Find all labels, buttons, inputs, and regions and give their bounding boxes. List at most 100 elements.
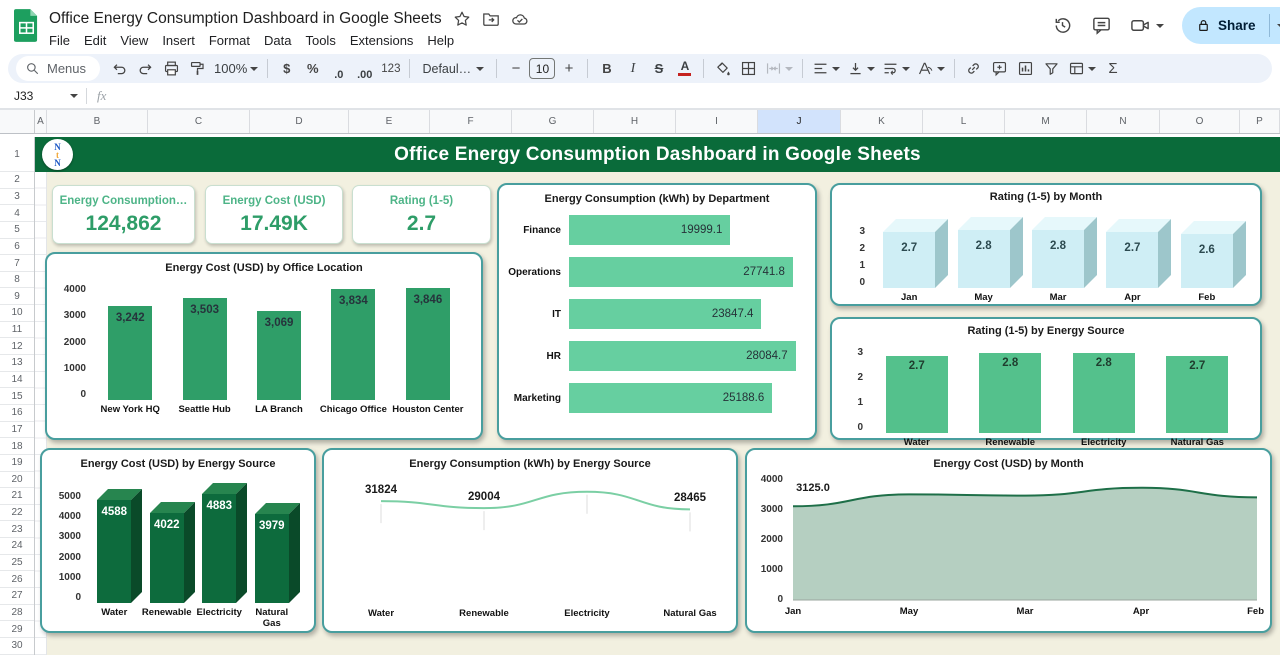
menu-extensions[interactable]: Extensions [343,32,421,49]
row-header-20[interactable]: 20 [0,472,34,489]
column-header-M[interactable]: M [1005,110,1087,133]
chart-card-rating-by-source[interactable]: Rating (1-5) by Energy Source 32102.72.8… [830,317,1262,440]
row-header-11[interactable]: 11 [0,322,34,339]
column-header-L[interactable]: L [923,110,1005,133]
row-header-5[interactable]: 5 [0,222,34,239]
row-header-3[interactable]: 3 [0,189,34,206]
increase-decimal-button[interactable]: .00 [352,56,377,81]
row-header-30[interactable]: 30 [0,638,34,655]
print-button[interactable] [159,56,184,81]
history-icon[interactable] [1052,15,1073,36]
cloud-status-icon[interactable] [511,10,529,28]
column-header-P[interactable]: P [1240,110,1280,133]
decrease-font-size-button[interactable]: − [503,56,528,81]
document-title[interactable]: Office Energy Consumption Dashboard in G… [49,10,442,28]
row-header-2[interactable]: 2 [0,172,34,189]
vertical-align-button[interactable] [844,56,878,81]
column-header-F[interactable]: F [430,110,512,133]
row-header-6[interactable]: 6 [0,239,34,256]
share-dropdown-icon[interactable] [1277,24,1280,28]
text-wrap-button[interactable] [879,56,913,81]
row-header-15[interactable]: 15 [0,388,34,405]
row-header-21[interactable]: 21 [0,488,34,505]
row-header-12[interactable]: 12 [0,338,34,355]
decrease-decimal-button[interactable]: .0 [326,56,351,81]
redo-button[interactable] [133,56,158,81]
font-select[interactable]: Defaul… [416,56,490,81]
insert-chart-button[interactable] [1013,56,1038,81]
text-color-button[interactable]: A [672,56,697,81]
kpi-card-1[interactable]: Energy Consumption…124,862 [52,185,195,244]
row-header-7[interactable]: 7 [0,255,34,272]
functions-button[interactable]: Σ [1100,56,1125,81]
increase-font-size-button[interactable]: + [556,56,581,81]
row-header-8[interactable]: 8 [0,272,34,289]
menu-data[interactable]: Data [257,32,298,49]
column-header-I[interactable]: I [676,110,758,133]
select-all-corner[interactable] [0,110,35,133]
row-header-22[interactable]: 22 [0,505,34,522]
menu-edit[interactable]: Edit [77,32,113,49]
kpi-card-3[interactable]: Rating (1-5)2.7 [352,185,491,244]
insert-link-button[interactable] [961,56,986,81]
row-header-26[interactable]: 26 [0,571,34,588]
create-filter-button[interactable] [1039,56,1064,81]
comments-icon[interactable] [1091,15,1112,36]
row-header-25[interactable]: 25 [0,555,34,572]
row-header-29[interactable]: 29 [0,621,34,638]
row-header-17[interactable]: 17 [0,422,34,439]
row-header-14[interactable]: 14 [0,372,34,389]
chart-card-consumption-by-department[interactable]: Energy Consumption (kWh) by Department F… [497,183,817,440]
borders-button[interactable] [736,56,761,81]
row-header-1[interactable]: 1 [0,137,34,172]
menus-search[interactable]: Menus [16,56,100,81]
row-header-28[interactable]: 28 [0,605,34,622]
row-header-13[interactable]: 13 [0,355,34,372]
row-header-19[interactable]: 19 [0,455,34,472]
menu-file[interactable]: File [42,32,77,49]
italic-button[interactable]: I [620,56,645,81]
column-header-N[interactable]: N [1087,110,1160,133]
column-header-J[interactable]: J [758,110,841,133]
row-header-18[interactable]: 18 [0,438,34,455]
zoom-select[interactable]: 100% [211,56,261,81]
name-box[interactable]: J33 [0,83,86,108]
kpi-card-2[interactable]: Energy Cost (USD)17.49K [205,185,343,244]
video-call-button[interactable] [1130,15,1164,36]
chart-card-cost-by-month[interactable]: Energy Cost (USD) by Month 4000300020001… [745,448,1272,633]
share-button[interactable]: Share [1182,7,1280,44]
number-format-button[interactable]: 123 [378,56,403,81]
formula-input[interactable] [106,83,1280,108]
menu-insert[interactable]: Insert [155,32,202,49]
chart-card-rating-by-month[interactable]: Rating (1-5) by Month 32102.72.82.82.72.… [830,183,1262,306]
column-header-A[interactable]: A [35,110,47,133]
column-header-B[interactable]: B [47,110,148,133]
row-header-27[interactable]: 27 [0,588,34,605]
text-rotation-button[interactable] [914,56,948,81]
column-header-G[interactable]: G [512,110,594,133]
column-header-C[interactable]: C [148,110,250,133]
horizontal-align-button[interactable] [809,56,843,81]
font-size-input[interactable]: 10 [529,58,555,79]
format-percent-button[interactable]: % [300,56,325,81]
bold-button[interactable]: B [594,56,619,81]
row-header-10[interactable]: 10 [0,305,34,322]
column-header-D[interactable]: D [250,110,349,133]
chart-card-cost-by-location[interactable]: Energy Cost (USD) by Office Location 400… [45,252,483,440]
star-icon[interactable] [453,10,471,28]
insert-comment-button[interactable] [987,56,1012,81]
row-header-9[interactable]: 9 [0,288,34,305]
paint-format-button[interactable] [185,56,210,81]
column-header-H[interactable]: H [594,110,676,133]
row-header-23[interactable]: 23 [0,521,34,538]
sheets-logo-icon[interactable] [14,9,39,42]
undo-button[interactable] [107,56,132,81]
chart-card-consumption-by-source[interactable]: Energy Consumption (kWh) by Energy Sourc… [322,448,738,633]
strikethrough-button[interactable]: S [646,56,671,81]
column-header-K[interactable]: K [841,110,923,133]
chart-card-cost-by-source[interactable]: Energy Cost (USD) by Energy Source 50004… [40,448,316,633]
move-folder-icon[interactable] [482,10,500,28]
row-header-24[interactable]: 24 [0,538,34,555]
table-views-button[interactable] [1065,56,1099,81]
format-currency-button[interactable]: $ [274,56,299,81]
